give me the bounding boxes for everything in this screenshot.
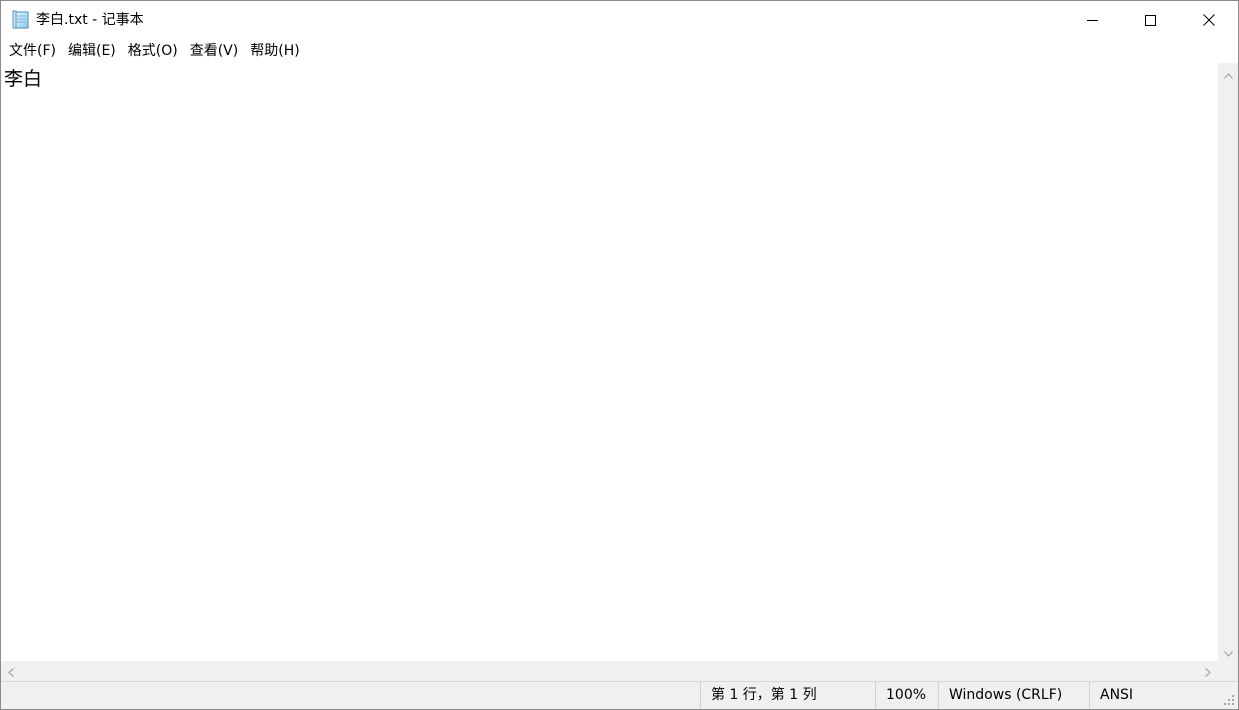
close-icon — [1203, 11, 1215, 30]
menu-format[interactable]: 格式(O) — [122, 40, 184, 62]
close-button[interactable] — [1180, 1, 1238, 39]
menu-file[interactable]: 文件(F) — [3, 40, 62, 62]
title-bar[interactable]: 李白.txt - 记事本 — [1, 1, 1238, 39]
menu-edit[interactable]: 编辑(E) — [62, 40, 122, 62]
minimize-icon — [1086, 11, 1098, 30]
resize-grip-icon[interactable] — [1222, 692, 1236, 706]
maximize-icon — [1144, 11, 1156, 30]
vertical-scrollbar[interactable] — [1218, 63, 1238, 661]
chevron-left-icon — [8, 662, 14, 681]
menu-help[interactable]: 帮助(H) — [244, 40, 305, 62]
editor-content[interactable]: 李白 — [4, 67, 42, 91]
chevron-down-icon — [1223, 642, 1233, 661]
window-title: 李白.txt - 记事本 — [36, 12, 144, 28]
maximize-button[interactable] — [1121, 1, 1179, 39]
scroll-left-button[interactable] — [1, 661, 21, 681]
scrollbar-corner — [1218, 661, 1238, 681]
status-cursor-position: 第 1 行，第 1 列 — [700, 682, 875, 709]
menu-view[interactable]: 查看(V) — [184, 40, 245, 62]
notepad-icon[interactable] — [12, 10, 30, 29]
status-encoding: ANSI — [1089, 682, 1219, 709]
scroll-up-button[interactable] — [1218, 63, 1238, 83]
chevron-right-icon — [1205, 662, 1211, 681]
notepad-window: 李白.txt - 记事本 文件(F) 编辑(E) 格式(O) 查看(V) 帮助(… — [0, 0, 1239, 710]
menu-bar: 文件(F) 编辑(E) 格式(O) 查看(V) 帮助(H) — [1, 39, 1238, 63]
text-editor[interactable]: 李白 — [1, 63, 1218, 661]
status-line-ending: Windows (CRLF) — [938, 682, 1089, 709]
chevron-up-icon — [1223, 64, 1233, 83]
minimize-button[interactable] — [1063, 1, 1121, 39]
scroll-right-button[interactable] — [1198, 661, 1218, 681]
status-zoom: 100% — [875, 682, 938, 709]
horizontal-scrollbar[interactable] — [1, 661, 1218, 681]
status-bar: 第 1 行，第 1 列 100% Windows (CRLF) ANSI — [1, 681, 1238, 709]
scroll-down-button[interactable] — [1218, 641, 1238, 661]
